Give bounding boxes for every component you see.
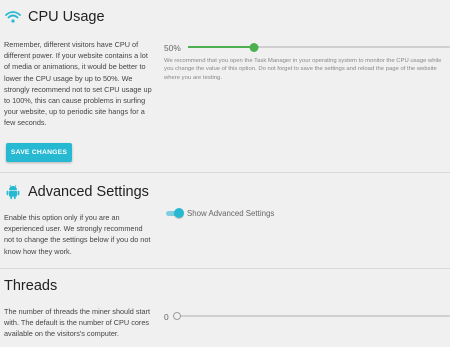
show-advanced-toggle[interactable] bbox=[166, 208, 184, 218]
android-icon bbox=[4, 183, 22, 201]
threads-title: Threads bbox=[4, 278, 58, 294]
threads-description: The number of threads the miner should s… bbox=[4, 307, 151, 339]
save-changes-button[interactable]: SAVE CHANGES bbox=[6, 143, 72, 162]
slider-thumb[interactable] bbox=[173, 312, 181, 320]
advanced-settings-title: Advanced Settings bbox=[28, 184, 149, 200]
advanced-settings-description: Enable this option only if you are an ex… bbox=[4, 213, 151, 256]
cpu-usage-value: 50% bbox=[164, 43, 181, 53]
slider-fill bbox=[188, 46, 254, 48]
cpu-usage-header: CPU Usage bbox=[4, 8, 105, 26]
threads-header: Threads bbox=[4, 278, 57, 294]
section-divider bbox=[0, 268, 450, 269]
toggle-knob bbox=[174, 208, 184, 218]
cpu-usage-description: Remember, different visitors have CPU of… bbox=[4, 40, 152, 128]
cpu-usage-slider[interactable] bbox=[188, 42, 450, 52]
cpu-usage-hint: We recommend that you open the Task Mana… bbox=[164, 58, 442, 81]
wifi-icon bbox=[4, 8, 22, 26]
threads-value: 0 bbox=[164, 312, 169, 322]
section-divider bbox=[0, 172, 450, 173]
slider-thumb[interactable] bbox=[249, 42, 259, 52]
advanced-settings-header: Advanced Settings bbox=[4, 183, 149, 201]
show-advanced-label: Show Advanced Settings bbox=[187, 209, 275, 218]
slider-track bbox=[173, 315, 450, 317]
threads-slider[interactable] bbox=[173, 312, 450, 321]
cpu-usage-title: CPU Usage bbox=[28, 9, 105, 25]
